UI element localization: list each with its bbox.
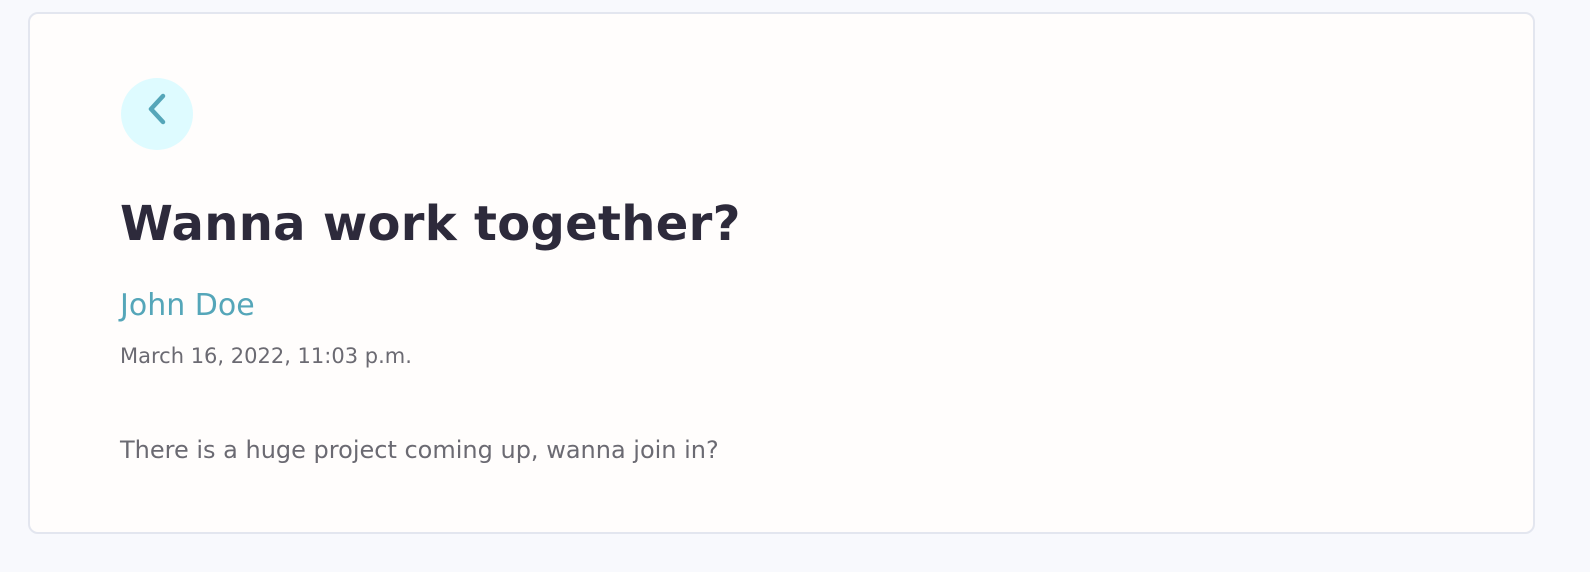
sender-name: John Doe [120,288,255,323]
message-body: There is a huge project coming up, wanna… [120,436,719,464]
message-timestamp: March 16, 2022, 11:03 p.m. [120,344,412,368]
chevron-left-icon [144,93,170,127]
message-title: Wanna work together? [120,196,741,252]
back-button[interactable] [121,78,193,150]
message-card: Wanna work together? John Doe March 16, … [28,12,1535,534]
